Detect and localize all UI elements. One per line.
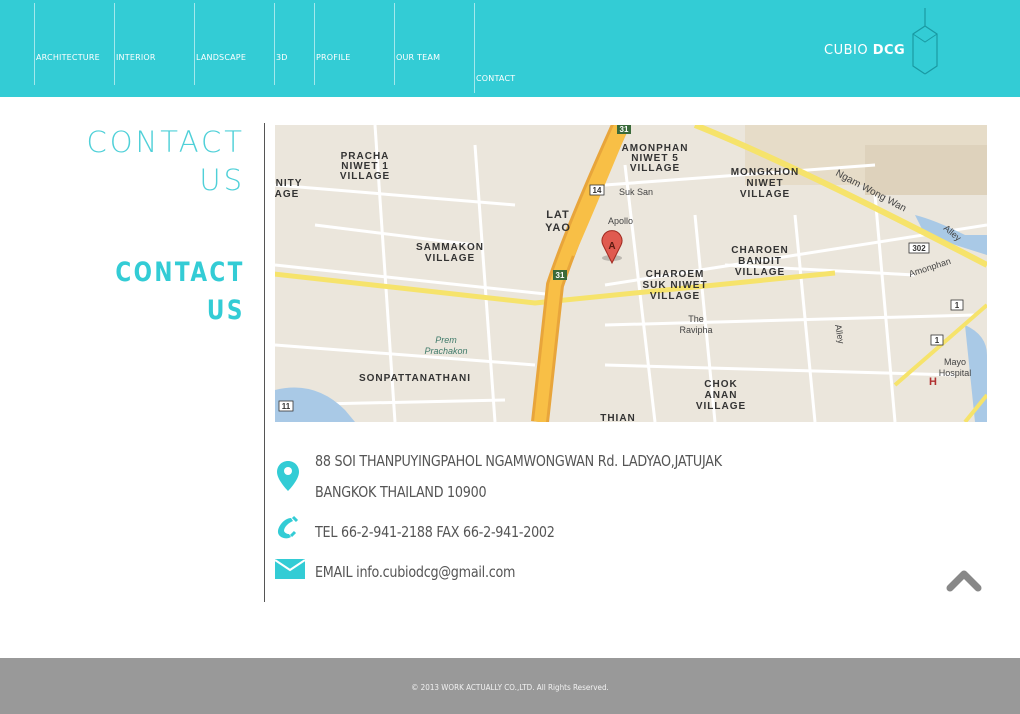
map-shield: 31 [556,271,565,280]
map-label: Prachakon [424,346,467,356]
map-shield: 302 [912,244,926,253]
nav-item-contact[interactable]: CONTACT [474,3,554,93]
email-text[interactable]: EMAIL info.cubiodcg@gmail.com [315,563,515,581]
map-label: VILLAGE [630,163,680,174]
map-shield: 11 [282,402,291,411]
map-label: LAT [546,209,570,221]
map-label: VILLAGE [650,291,700,302]
title-line: US [199,163,245,197]
nav-item-3d[interactable]: 3D [274,3,314,85]
location-pin-icon [277,461,299,491]
copyright-text: © 2013 WORK ACTUALLY CO.,LTD. All Rights… [411,683,609,692]
map-shield: 31 [620,125,629,134]
title-line: US [207,295,245,326]
nav-item-profile[interactable]: PROFILE [314,3,394,85]
map-shield: 14 [593,186,602,195]
map-shield: 1 [935,336,940,345]
address-line-2: BANGKOK THAILAND 10900 [315,483,487,501]
contact-us-title-light: CONTACT US [86,123,245,199]
nav-label: ARCHITECTURE [36,53,100,62]
nav-item-architecture[interactable]: ARCHITECTURE [34,3,114,85]
map-label: NITY [276,178,303,189]
brand-name-bold: DCG [872,43,906,58]
title-line: CONTACT [115,257,245,288]
map-label: VILLAGE [740,189,790,200]
map-shield: 1 [955,301,960,310]
marker-label: A [608,241,615,252]
hospital-icon: H [929,376,937,388]
nav-label: INTERIOR [116,53,156,62]
map-label: MONGKHON [731,167,800,178]
map-label: ANAN [705,390,738,401]
map-label: AGE [275,189,299,200]
column-divider [264,123,265,602]
top-navigation-bar: ARCHITECTURE INTERIOR LANDSCAPE 3D PROFI… [0,0,1020,97]
footer: © 2013 WORK ACTUALLY CO.,LTD. All Rights… [0,658,1020,714]
map-canvas: 31 14 31 302 1 1 11 PRACHA NIWET 1 VILLA… [275,125,987,422]
map-label: CHOK [704,379,737,390]
map-label: Prem [435,335,457,345]
location-marker-icon[interactable]: A [601,230,623,265]
map-label: VILLAGE [340,171,390,182]
map-label: NIWET [746,178,783,189]
nav-label: LANDSCAPE [196,53,247,62]
phone-icon [277,515,299,539]
map-label: VILLAGE [735,267,785,278]
scroll-to-top-icon[interactable] [946,568,982,594]
location-map[interactable]: 31 14 31 302 1 1 11 PRACHA NIWET 1 VILLA… [275,125,987,422]
nav-label: CONTACT [476,74,516,83]
brand-name-light: CUBIO [824,43,873,58]
map-label: CHAROEN [731,245,789,256]
map-label: Suk San [619,187,653,197]
map-label: The [688,314,704,324]
brand-logo-text[interactable]: CUBIO DCG [824,43,905,58]
nav-item-landscape[interactable]: LANDSCAPE [194,3,274,85]
address-line-1: 88 SOI THANPUYINGPAHOL NGAMWONGWAN Rd. L… [315,452,722,470]
nav-item-interior[interactable]: INTERIOR [114,3,194,85]
map-label: Mayo [944,357,966,367]
map-label: VILLAGE [425,253,475,264]
nav-label: OUR TEAM [396,53,441,62]
map-label: Apollo [608,216,633,226]
nav-label: PROFILE [316,53,351,62]
phone-fax-text: TEL 66-2-941-2188 FAX 66-2-941-2002 [315,523,555,541]
contact-us-title-bold: CONTACT US [116,254,245,330]
map-label: THIAN [600,413,636,422]
brand-mark-icon [912,8,938,75]
map-label: CHAROEM [646,269,705,280]
map-label: SUK NIWET [642,280,707,291]
title-line: CONTACT [86,125,245,159]
map-label: Ravipha [679,325,712,335]
nav-label: 3D [276,53,288,62]
map-label: VILLAGE [696,401,746,412]
mail-icon [275,559,305,579]
map-label: Hospital [939,368,972,378]
map-label: YAO [545,222,571,234]
map-label: SAMMAKON [416,242,484,253]
map-label: BANDIT [738,256,782,267]
map-label: SONPATTANATHANI [359,373,471,384]
nav-item-our-team[interactable]: OUR TEAM [394,3,474,85]
